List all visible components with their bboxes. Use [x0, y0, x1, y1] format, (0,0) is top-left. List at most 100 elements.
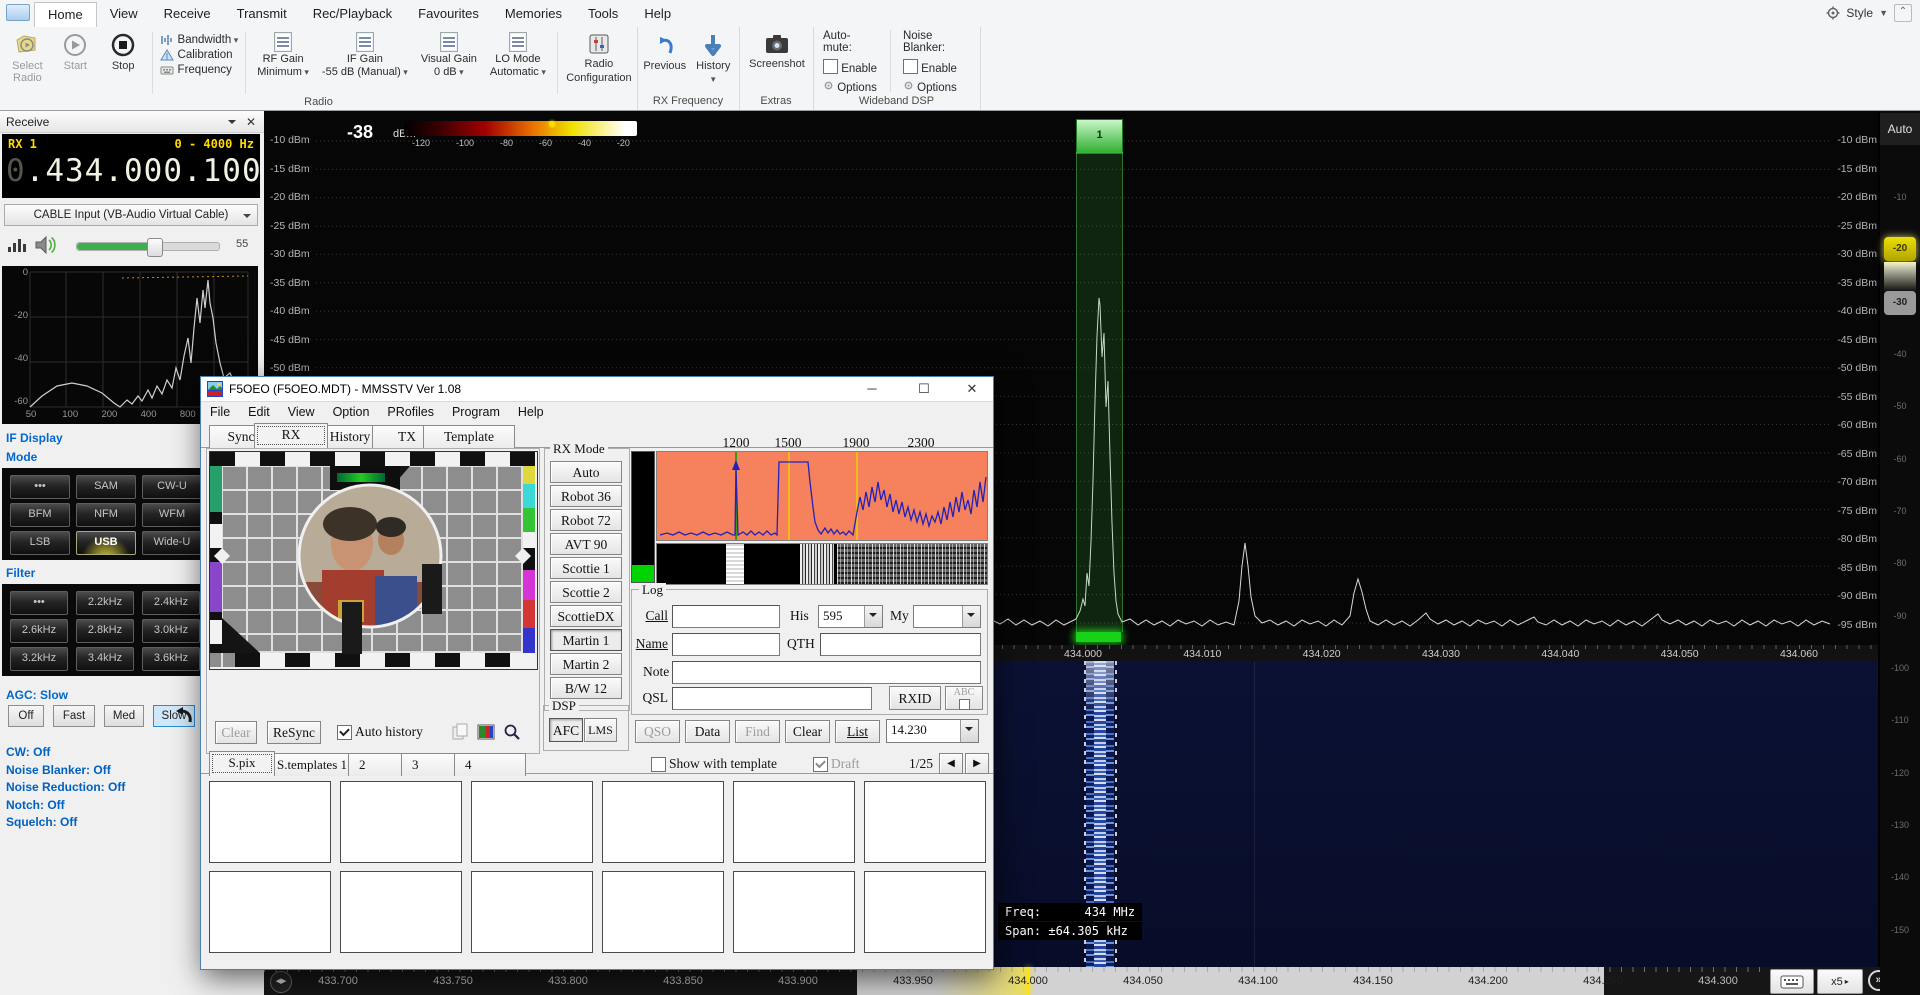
thumbnail-slot[interactable]: [602, 871, 724, 953]
mode-lsb-button[interactable]: LSB: [10, 531, 70, 555]
rx-mode-martin2[interactable]: Martin 2: [550, 653, 622, 675]
select-radio-button[interactable]: Select Radio: [6, 30, 49, 84]
rxid-button[interactable]: RXID: [889, 686, 941, 710]
thumbnail-slot[interactable]: [340, 871, 462, 953]
mmsstv-tab-rx[interactable]: RX: [254, 423, 328, 448]
clear-button[interactable]: Clear: [785, 720, 830, 743]
spectrum-range-strip[interactable]: Auto -10-40-50-60-70-80-90-100-110-120-1…: [1880, 111, 1920, 995]
visual-gain-button[interactable]: Visual Gain 0 dB: [417, 30, 481, 80]
tab-4[interactable]: 4: [454, 753, 526, 776]
range-handle-bottom[interactable]: -30: [1884, 291, 1916, 315]
tab-view[interactable]: View: [97, 2, 151, 27]
thumbnail-slot[interactable]: [340, 781, 462, 863]
audio-device-select[interactable]: CABLE Input (VB-Audio Virtual Cable): [4, 204, 258, 226]
screenshot-button[interactable]: Screenshot: [745, 30, 809, 70]
filter-button[interactable]: 3.4kHz: [76, 647, 134, 671]
auto-mute-enable[interactable]: Enable: [823, 59, 878, 75]
filter-button[interactable]: 2.4kHz: [142, 591, 200, 615]
range-handle-top[interactable]: -20: [1884, 237, 1916, 261]
auto-mute-options[interactable]: Options: [823, 80, 878, 94]
find-button[interactable]: Find: [735, 720, 780, 743]
range-auto-button[interactable]: Auto: [1880, 113, 1920, 145]
my-combobox[interactable]: [913, 605, 981, 628]
tab-rec-playback[interactable]: Rec/Playback: [300, 2, 405, 27]
menu-item[interactable]: File: [201, 402, 239, 423]
mode-cwu-button[interactable]: CW-U: [142, 475, 202, 499]
agc-fast-button[interactable]: Fast: [53, 705, 95, 727]
tab-favourites[interactable]: Favourites: [405, 2, 492, 27]
mode-usb-button[interactable]: USB: [76, 531, 136, 555]
his-combobox[interactable]: 595: [818, 605, 883, 628]
tab-memories[interactable]: Memories: [492, 2, 575, 27]
menu-item[interactable]: Help: [509, 402, 553, 423]
agc-off-button[interactable]: Off: [8, 705, 44, 727]
thumbnail-slot[interactable]: [864, 781, 986, 863]
stop-button[interactable]: Stop: [102, 30, 145, 72]
list-button[interactable]: List: [835, 720, 880, 743]
mmsstv-tab-template[interactable]: Template: [423, 425, 515, 448]
start-button[interactable]: Start: [54, 30, 97, 72]
mode-wfm-button[interactable]: WFM: [142, 503, 202, 527]
thumbnail-slot[interactable]: [471, 871, 593, 953]
filter-button[interactable]: •••: [10, 591, 68, 615]
volume-slider-track[interactable]: [76, 242, 220, 251]
menu-item[interactable]: Program: [443, 402, 509, 423]
my-dropdown-arrow[interactable]: [962, 606, 980, 627]
menu-item[interactable]: Option: [324, 402, 379, 423]
note-field[interactable]: [672, 661, 981, 684]
mmsstv-title-bar[interactable]: F5OEO (F5OEO.MDT) - MMSSTV Ver 1.08 ─ ☐ …: [201, 377, 993, 402]
tab-help[interactable]: Help: [631, 2, 684, 27]
zoom-band-marker[interactable]: 1: [1076, 119, 1123, 154]
noise-blanker-enable[interactable]: Enable: [903, 59, 976, 75]
data-button[interactable]: Data: [685, 720, 730, 743]
filter-button[interactable]: 3.2kHz: [10, 647, 68, 671]
thumbnail-slot[interactable]: [209, 871, 331, 953]
frequency-menu[interactable]: Frequency: [160, 64, 239, 76]
volume-slider-handle[interactable]: [147, 238, 163, 257]
noise-blanker-options[interactable]: Options: [903, 80, 976, 94]
band-navigation-bar[interactable]: 433.700 433.750 433.800 433.850 433.900 …: [264, 967, 1920, 995]
page-prev-button[interactable]: ◀: [939, 753, 963, 774]
close-button[interactable]: ✕: [955, 378, 989, 399]
rx-mode-bw12[interactable]: B/W 12: [550, 677, 622, 699]
abc-button[interactable]: ABC: [945, 686, 983, 710]
mode-more-button[interactable]: •••: [10, 475, 70, 499]
maximize-button[interactable]: ☐: [907, 378, 941, 399]
thumbnail-slot[interactable]: [471, 781, 593, 863]
afc-button[interactable]: AFC: [549, 718, 583, 742]
if-gain-button[interactable]: IF Gain -55 dB (Manual): [318, 30, 412, 80]
his-dropdown-arrow[interactable]: [864, 606, 882, 627]
tab-spix[interactable]: S.pix: [209, 751, 275, 776]
radio-configuration-button[interactable]: Radio Configuration: [565, 30, 633, 84]
keyboard-entry-button[interactable]: [1770, 969, 1814, 994]
auto-mute-enable-checkbox[interactable]: [823, 59, 838, 74]
mode-bfm-button[interactable]: BFM: [10, 503, 70, 527]
rx-clear-button[interactable]: Clear: [215, 721, 257, 744]
resync-button[interactable]: ReSync: [267, 721, 321, 744]
agc-med-button[interactable]: Med: [104, 705, 144, 727]
tab-home[interactable]: Home: [34, 2, 97, 27]
zoom-band[interactable]: [1076, 152, 1123, 632]
thumbnail-slot[interactable]: [864, 871, 986, 953]
lo-mode-button[interactable]: LO Mode Automatic: [486, 30, 550, 80]
mode-nfm-button[interactable]: NFM: [76, 503, 136, 527]
magnifier-button[interactable]: [501, 721, 523, 743]
tab-tools[interactable]: Tools: [575, 2, 631, 27]
qso-button[interactable]: QSO: [635, 720, 680, 743]
collapse-ribbon-icon[interactable]: ⌃: [1894, 4, 1912, 22]
style-menu[interactable]: Style: [1846, 6, 1873, 20]
style-dropdown-arrow[interactable]: ▼: [1879, 8, 1888, 18]
rx-mode-scottiedx[interactable]: ScottieDX: [550, 605, 622, 627]
call-field[interactable]: [672, 605, 780, 628]
speaker-icon[interactable]: [34, 235, 58, 260]
auto-history-checkbox[interactable]: [337, 725, 352, 740]
thumbnail-slot[interactable]: [733, 871, 855, 953]
rx-mode-robot36[interactable]: Robot 36: [550, 485, 622, 507]
audio-levels-icon[interactable]: [8, 237, 26, 258]
minimize-button[interactable]: ─: [855, 378, 889, 399]
image-tool-button[interactable]: [475, 721, 497, 743]
thumbnail-slot[interactable]: [602, 781, 724, 863]
qth-field[interactable]: [820, 633, 981, 656]
mode-wideu-button[interactable]: Wide-U: [142, 531, 202, 555]
copy-image-button[interactable]: [449, 721, 471, 743]
